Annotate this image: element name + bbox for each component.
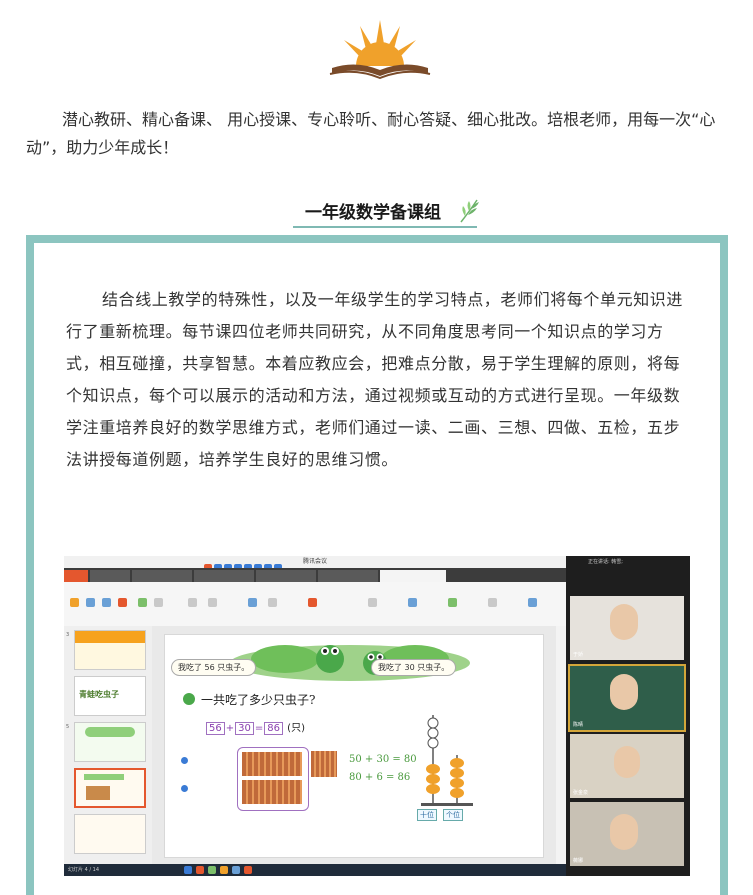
video-tile-2[interactable]: 陈晴 [568,664,686,732]
tab-doc-2[interactable] [132,570,192,582]
abacus [421,715,473,806]
section-heading: 一年级数学备课组 [293,198,479,228]
equation-addend-1: 56 [206,722,225,735]
thumbnail-slide-3[interactable] [74,630,146,670]
slide: 我吃了 56 只虫子。 我吃了 30 只虫子。 一共吃了多少只虫子? 56 +30… [164,634,544,858]
video-tile-1[interactable]: 于娇 [570,596,684,660]
meeting-screenshot: 腾讯会议 3 青蛙吃虫子 5 我吃了 56 只虫子。 我吃了 30 只虫子。 一… [64,556,690,876]
ribbon-tools [68,596,562,622]
tab-doc-4[interactable] [256,570,316,582]
thumbnail-title: 青蛙吃虫子 [79,690,119,699]
equation-sum: 86 [264,722,283,735]
calc-line-2: 80 + 6 = 86 [349,772,411,783]
tab-doc-active[interactable] [380,570,446,582]
app-icon[interactable] [208,866,216,874]
video-tile-3[interactable]: 张金泉 [570,734,684,798]
speaking-indicator: 正在讲话: 韩雪; [588,559,623,565]
thumbnail-slide-5[interactable] [74,722,146,762]
tab-doc-1[interactable] [90,570,130,582]
tab-home[interactable] [64,570,88,582]
abacus-tens-label: 十位 [417,809,437,821]
participant-name: 薇娜 [573,858,584,864]
section-title: 一年级数学备课组 [305,203,441,223]
calc-line-1: 50 + 30 = 80 [349,754,417,765]
speech-bubble-left: 我吃了 56 只虫子。 [171,659,257,676]
tab-doc-3[interactable] [194,570,254,582]
video-tile-4[interactable]: 薇娜 [570,802,684,866]
body-paragraph: 结合线上教学的特殊性，以及一年级学生的学习特点，老师们将每个单元知识进行了重新梳… [66,290,684,469]
participant-name: 于娇 [573,652,584,658]
abacus-ones-label: 个位 [443,809,463,821]
bundles-box [237,747,309,811]
sun-book-logo [329,20,431,80]
leaf-icon [460,199,479,223]
app-icon[interactable] [196,866,204,874]
tab-doc-5[interactable] [318,570,378,582]
taskbar: 幻灯片 4 / 14 [64,864,566,876]
meeting-toolbar [204,557,296,572]
window-title: 腾讯会议 [302,558,327,565]
section-underline [293,226,477,228]
video-panel: 正在讲话: 韩雪; 于娇 陈晴 张金泉 薇娜 [566,556,690,876]
app-icon[interactable] [220,866,228,874]
equation: 56 +30 = 86 (只) [205,719,305,735]
equation-unit: (只) [287,723,305,734]
window-titlebar: 腾讯会议 [64,556,566,568]
app-icon[interactable] [184,866,192,874]
calculation-steps: 50 + 30 = 80 80 + 6 = 86 [349,751,417,787]
intro-paragraph: 潜心教研、精心备课、 用心授课、专心聆听、耐心答疑、细心批改。培根老师，用每一次… [26,110,716,157]
presentation-ribbon [64,582,566,627]
slide-thumbnails: 3 青蛙吃虫子 5 [64,626,152,864]
slide-question: 一共吃了多少只虫子? [201,693,316,707]
loose-sticks [311,751,337,777]
right-toolbar [556,626,566,864]
slide-status: 幻灯片 4 / 14 [68,867,99,873]
thumbnail-slide-title[interactable]: 青蛙吃虫子 [74,676,146,716]
equation-addend-2: 30 [235,722,254,735]
speech-bubble-right: 我吃了 30 只虫子。 [371,659,457,676]
bullet-green [183,693,195,705]
thumbnail-slide-next[interactable] [74,814,146,854]
thumbnail-slide-current[interactable] [74,768,146,808]
bullet-blue-2 [181,785,188,792]
app-icon[interactable] [232,866,240,874]
participant-name: 张金泉 [573,790,589,796]
bullet-blue-1 [181,757,188,764]
slide-canvas: 我吃了 56 只虫子。 我吃了 30 只虫子。 一共吃了多少只虫子? 56 +30… [152,626,556,864]
participant-name: 陈晴 [573,722,584,728]
document-tabs [64,568,566,582]
app-icon[interactable] [244,866,252,874]
